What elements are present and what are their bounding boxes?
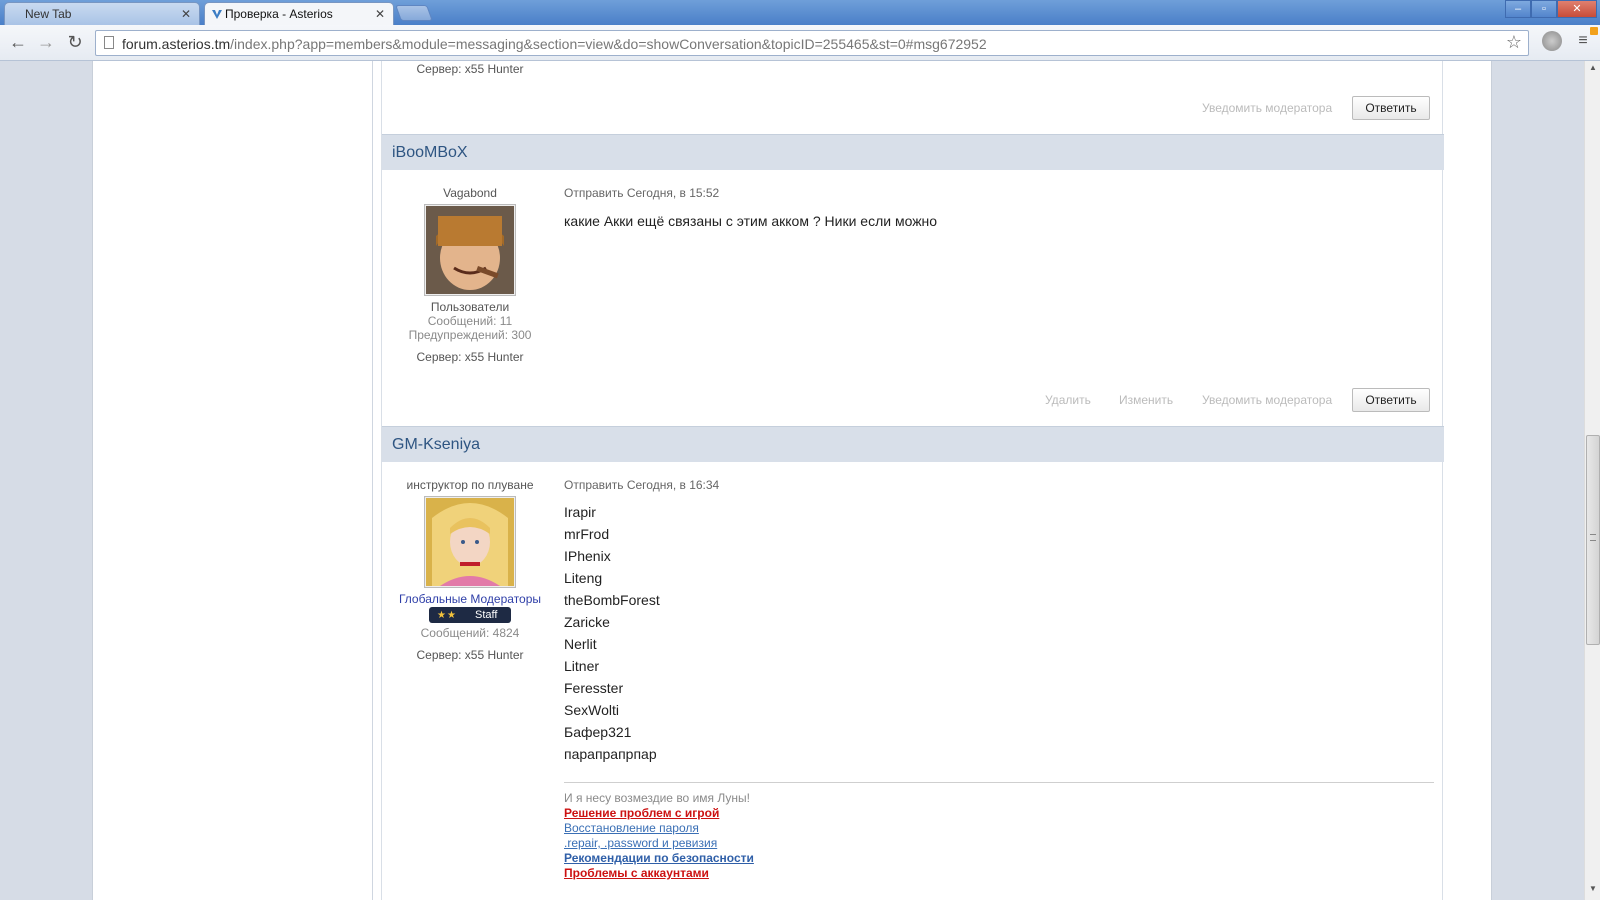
reply-button[interactable]: Ответить [1352,388,1430,412]
body-line: theBombForest [564,592,660,608]
post-header-iboombox: iBooMBoX [382,134,1444,170]
body-line: Zaricke [564,614,610,630]
staff-badge-label: Staff [475,609,498,621]
body-line: SexWolti [564,702,619,718]
body-line: Nerlit [564,636,597,652]
scroll-down-arrow-icon[interactable]: ▼ [1585,884,1600,896]
page-viewport: Сервер: x55 Hunter Уведомить модератора … [0,61,1584,900]
tab-asterios[interactable]: Проверка - Asterios ✕ [204,2,394,25]
sidebar-column [93,61,373,900]
member-group: Глобальные Модераторы [398,592,542,606]
body-line: Irapir [564,504,596,520]
window-minimize-button[interactable]: – [1505,0,1531,18]
browser-tab-strip: New Tab ✕ Проверка - Asterios ✕ – ▫ ✕ [0,0,1600,25]
signature-link-repair-password[interactable]: .repair, .password и ревизия [564,836,754,851]
new-tab-button[interactable] [395,5,433,21]
member-warnings: Предупреждений: 300 [408,328,532,342]
body-line: парапрапрпар [564,746,657,762]
signature-link-password-recovery[interactable]: Восстановление пароля [564,821,754,836]
tab-new-tab[interactable]: New Tab ✕ [4,2,200,25]
back-arrow-icon[interactable]: ← [7,32,29,54]
edit-link[interactable]: Изменить [1119,393,1173,407]
reload-icon[interactable]: ↻ [64,32,86,54]
tab-close-icon[interactable]: ✕ [181,7,191,21]
body-line: Litner [564,658,600,674]
prev-reply-button[interactable]: Ответить [1352,96,1430,120]
page-icon [104,36,114,49]
address-bar[interactable]: forum.asterios.tm/index.php?app=members&… [95,30,1529,56]
signature-divider [564,782,1434,783]
signature-link-account-problems[interactable]: Проблемы с аккаунтами [564,866,754,881]
delete-link[interactable]: Удалить [1045,393,1091,407]
rank-stars-icon: ★★ [437,610,457,621]
body-line: Liteng [564,570,603,586]
window-close-button[interactable]: ✕ [1557,0,1597,18]
url-path: /index.php?app=members&module=messaging&… [230,36,987,52]
body-line: Feresster [564,680,624,696]
staff-badge: ★★ Staff [429,607,511,623]
tab-title: New Tab [25,7,72,21]
member-title: инструктор по плуване [406,478,534,492]
conversation-content: Сервер: x55 Hunter Уведомить модератора … [381,61,1444,900]
url-host: forum.asterios.tm [122,36,231,52]
post-body: какие Акки ещё связаны с этим акком ? Ни… [564,213,938,229]
member-post-count: Сообщений: 11 [427,314,513,328]
post-body: Irapir mrFrod IPhenix Liteng theBombFore… [564,501,660,765]
signature-link-security[interactable]: Рекомендации по безопасности [564,851,754,866]
post-author-info: инструктор по плуване Глобальные Модерат… [382,478,558,662]
user-avatar[interactable] [424,496,516,588]
asterios-favicon-icon [212,10,222,19]
forum-page: Сервер: x55 Hunter Уведомить модератора … [92,61,1492,900]
extension-globe-icon[interactable] [1542,31,1562,51]
signature-link-game-problems[interactable]: Решение проблем с игрой [564,806,754,821]
member-server: Сервер: x55 Hunter [416,648,524,662]
post-author-link[interactable]: iBooMBoX [392,144,468,162]
scrollbar-grip-icon [1590,534,1596,541]
signature-motto: И я несу возмездие во имя Луны! [564,791,750,805]
scrollbar-thumb[interactable] [1586,435,1600,645]
prev-post-server: Сервер: x55 Hunter [416,62,524,76]
bookmark-star-icon[interactable]: ☆ [1506,32,1522,53]
url-text[interactable]: forum.asterios.tm/index.php?app=members&… [122,36,987,52]
post-author-link[interactable]: GM-Kseniya [392,436,480,454]
member-server: Сервер: x55 Hunter [416,350,524,364]
report-moderator-link[interactable]: Уведомить модератора [1202,393,1332,407]
post-header-gm-kseniya: GM-Kseniya [382,426,1444,462]
body-line: IPhenix [564,548,611,564]
tab-close-icon[interactable]: ✕ [375,7,385,21]
page-scrollbar[interactable]: ▲ ▼ [1584,61,1600,900]
browser-toolbar: ← → ↻ forum.asterios.tm/index.php?app=me… [0,25,1600,61]
forward-arrow-icon[interactable]: → [35,32,57,54]
user-avatar[interactable] [424,204,516,296]
post-author-info: Vagabond Пользователи Сообщений: 11 Пред… [382,186,558,364]
tab-title: Проверка - Asterios [225,7,333,21]
member-post-count: Сообщений: 4824 [420,626,520,640]
scroll-up-arrow-icon[interactable]: ▲ [1585,63,1600,75]
member-group: Пользователи [430,300,510,314]
body-line: mrFrod [564,526,610,542]
member-title: Vagabond [443,186,497,200]
prev-report-moderator-link[interactable]: Уведомить модератора [1202,101,1332,115]
post-date: Отправить Сегодня, в 15:52 [564,186,720,200]
body-line: Бафер321 [564,724,632,740]
prev-post-author-info: Сервер: x55 Hunter [382,62,558,76]
window-maximize-button[interactable]: ▫ [1531,0,1557,18]
update-badge-icon [1590,27,1598,35]
signature: И я несу возмездие во имя Луны! Решение … [564,791,754,881]
post-date: Отправить Сегодня, в 16:34 [564,478,720,492]
